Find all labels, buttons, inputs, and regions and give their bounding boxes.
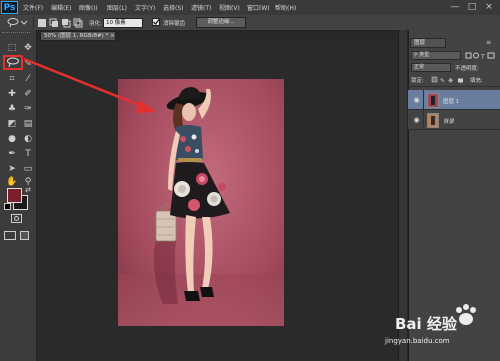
annotation-arrow <box>23 57 156 113</box>
feather-input[interactable]: 10 像素 <box>103 18 143 28</box>
eraser-tool-icon[interactable]: ◩ <box>6 118 18 130</box>
layer-divider <box>423 110 424 130</box>
lasso-preset-icon[interactable] <box>6 17 28 28</box>
menu-image[interactable]: 图像(I) <box>79 3 97 12</box>
watermark-brand: Bai 经验 <box>395 315 457 333</box>
dodge-tool-icon[interactable]: ◐ <box>22 133 34 145</box>
layer-filter-select[interactable]: ⚲ 类型 <box>411 51 461 60</box>
crop-tool-icon[interactable]: ⌗ <box>6 73 18 85</box>
move-tool-icon[interactable]: ✥ <box>22 42 34 54</box>
search-icon: ⚲ <box>414 52 418 58</box>
watermark-url: jingyan.baidu.com <box>385 337 450 345</box>
layer-name[interactable]: 图层 1 <box>443 97 459 105</box>
layers-tab[interactable]: 图层 <box>410 38 446 48</box>
menu-view[interactable]: 视图(V) <box>219 3 240 12</box>
options-divider <box>33 17 34 28</box>
menu-help[interactable]: 帮助(H) <box>275 3 296 12</box>
hand-tool-icon[interactable]: ✋ <box>6 176 18 188</box>
tools-panel-grip <box>2 32 30 37</box>
blend-mode-select[interactable]: 正常 <box>411 63 451 72</box>
rectangle-tool-icon[interactable]: ▭ <box>22 163 34 175</box>
menu-select[interactable]: 选择(S) <box>163 3 184 12</box>
svg-text:✥: ✥ <box>448 78 453 85</box>
menu-type[interactable]: 文字(Y) <box>135 3 155 12</box>
svg-text:T: T <box>480 54 485 61</box>
type-tool-icon[interactable]: T <box>22 148 34 160</box>
visibility-eye-icon[interactable]: ◉ <box>412 116 421 124</box>
close-window-button[interactable]: × <box>481 2 497 13</box>
layer-thumbnail <box>427 93 439 108</box>
menu-window[interactable]: 窗口(W) <box>247 3 270 12</box>
document-tab[interactable]: 50% (图层 1, RGB/8#) * × <box>40 31 116 41</box>
marquee-tool-icon[interactable]: ⬚ <box>6 42 18 54</box>
document-tab-label: 50% (图层 1, RGB/8#) * <box>44 33 109 39</box>
swap-colors-icon[interactable]: ⇄ <box>25 186 31 194</box>
antialias-label: 消除锯齿 <box>163 21 186 27</box>
opacity-label: 不透明度: <box>455 66 479 72</box>
screen-mode-full-icon[interactable] <box>20 231 29 240</box>
selection-mode-icons[interactable] <box>37 18 85 28</box>
lock-icons[interactable]: ✎ ✥ <box>431 76 465 84</box>
close-tab-icon[interactable]: × <box>110 33 115 39</box>
quick-mask-icon[interactable] <box>11 214 22 223</box>
minimize-button[interactable]: — <box>447 2 463 13</box>
panel-menu-icon[interactable]: ≡ <box>486 39 491 46</box>
collapsed-panels-strip[interactable] <box>398 30 407 361</box>
menu-file[interactable]: 文件(F) <box>23 3 43 12</box>
layer-thumbnail <box>427 113 439 128</box>
filter-type-icons[interactable]: T <box>465 52 497 60</box>
antialias-checkbox[interactable] <box>152 18 160 26</box>
path-selection-tool-icon[interactable]: ➤ <box>6 163 18 175</box>
photoshop-logo: Ps <box>1 1 18 14</box>
pen-tool-icon[interactable]: ✒ <box>6 148 18 160</box>
svg-text:✎: ✎ <box>440 78 445 85</box>
foreground-color-swatch[interactable] <box>7 188 22 203</box>
menu-layer[interactable]: 图层(L) <box>107 3 127 12</box>
panel-divider <box>408 86 500 87</box>
feather-label: 羽化: <box>89 21 102 27</box>
default-colors-icon[interactable] <box>4 203 11 210</box>
screen-mode-icon[interactable] <box>4 231 16 240</box>
checkmark-icon <box>153 19 160 25</box>
clone-stamp-tool-icon[interactable]: ♣ <box>6 103 18 115</box>
blur-tool-icon[interactable]: ● <box>6 133 18 145</box>
visibility-eye-icon[interactable]: ◉ <box>412 96 421 104</box>
maximize-button[interactable]: □ <box>464 2 480 13</box>
menu-edit[interactable]: 编辑(E) <box>51 3 71 12</box>
healing-brush-tool-icon[interactable]: ✚ <box>6 88 18 100</box>
layer-name[interactable]: 背景 <box>443 117 454 125</box>
refine-edge-button[interactable]: 调整边缘... <box>196 17 246 28</box>
lock-label: 锁定: <box>411 78 424 84</box>
fill-label: 填充: <box>470 78 483 84</box>
layer-divider <box>423 90 424 110</box>
menu-filter[interactable]: 滤镜(T) <box>191 3 211 12</box>
